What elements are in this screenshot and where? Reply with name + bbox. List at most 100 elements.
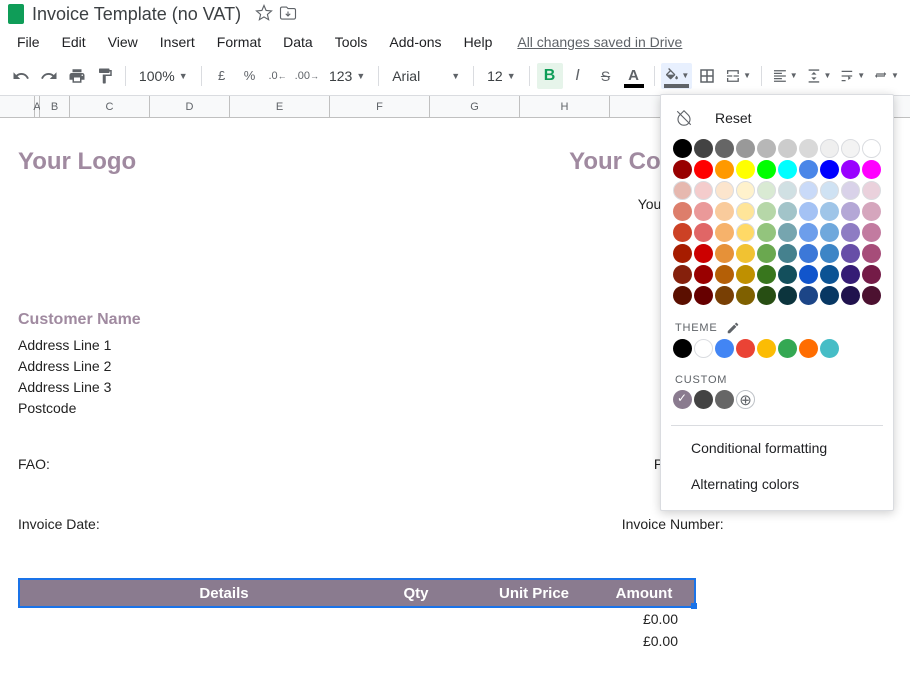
color-swatch[interactable] <box>799 244 818 263</box>
color-swatch[interactable] <box>694 244 713 263</box>
color-swatch[interactable] <box>757 181 776 200</box>
color-swatch[interactable] <box>757 160 776 179</box>
italic-button[interactable]: I <box>565 63 591 89</box>
borders-button[interactable] <box>694 63 720 89</box>
color-swatch[interactable] <box>757 244 776 263</box>
color-swatch[interactable] <box>841 286 860 305</box>
color-swatch[interactable] <box>778 181 797 200</box>
add-custom-color-button[interactable]: ⊕ <box>736 390 755 409</box>
color-swatch[interactable] <box>736 181 755 200</box>
theme-color-swatch[interactable] <box>778 339 797 358</box>
color-swatch[interactable] <box>673 139 692 158</box>
vertical-align-button[interactable]: ▼ <box>803 63 835 89</box>
color-swatch[interactable] <box>820 223 839 242</box>
color-swatch[interactable] <box>862 223 881 242</box>
text-rotation-button[interactable]: ▼ <box>870 63 902 89</box>
text-wrap-button[interactable]: ▼ <box>836 63 868 89</box>
color-swatch[interactable] <box>799 139 818 158</box>
color-swatch[interactable] <box>715 160 734 179</box>
color-swatch[interactable] <box>673 286 692 305</box>
color-swatch[interactable] <box>862 139 881 158</box>
text-color-button[interactable]: A <box>621 63 647 89</box>
color-swatch[interactable] <box>820 202 839 221</box>
move-folder-icon[interactable] <box>279 4 297 25</box>
column-header-c[interactable]: C <box>70 96 150 117</box>
theme-color-swatch[interactable] <box>715 339 734 358</box>
selection-handle[interactable] <box>691 603 697 609</box>
invoice-number-label[interactable]: Invoice Number: <box>622 516 724 532</box>
color-swatch[interactable] <box>778 160 797 179</box>
merge-cells-button[interactable]: ▼ <box>722 63 754 89</box>
strikethrough-button[interactable]: S <box>593 63 619 89</box>
color-swatch[interactable] <box>694 181 713 200</box>
color-swatch[interactable] <box>862 286 881 305</box>
bold-button[interactable]: B <box>537 63 563 89</box>
color-swatch[interactable] <box>673 181 692 200</box>
theme-color-swatch[interactable] <box>673 339 692 358</box>
color-swatch[interactable] <box>799 160 818 179</box>
color-swatch[interactable] <box>820 139 839 158</box>
fao-label[interactable]: FAO: <box>18 456 50 472</box>
color-swatch[interactable] <box>736 202 755 221</box>
color-swatch[interactable] <box>715 181 734 200</box>
edit-theme-icon[interactable] <box>726 321 740 335</box>
color-swatch[interactable] <box>757 286 776 305</box>
color-swatch[interactable] <box>841 265 860 284</box>
save-status[interactable]: All changes saved in Drive <box>517 34 682 50</box>
theme-color-swatch[interactable] <box>736 339 755 358</box>
menu-insert[interactable]: Insert <box>151 30 204 54</box>
color-swatch[interactable] <box>736 223 755 242</box>
color-swatch[interactable] <box>673 223 692 242</box>
color-swatch[interactable] <box>736 139 755 158</box>
color-swatch[interactable] <box>799 265 818 284</box>
amount-cell-1[interactable]: £0.00 <box>18 608 696 630</box>
theme-color-swatch[interactable] <box>694 339 713 358</box>
color-swatch[interactable] <box>841 223 860 242</box>
color-swatch[interactable] <box>778 244 797 263</box>
color-swatch[interactable] <box>862 244 881 263</box>
document-title[interactable]: Invoice Template (no VAT) <box>32 4 241 25</box>
paint-format-button[interactable] <box>92 63 118 89</box>
decrease-decimal-button[interactable]: .0← <box>265 63 291 89</box>
color-swatch[interactable] <box>736 286 755 305</box>
color-swatch[interactable] <box>694 160 713 179</box>
color-swatch[interactable] <box>673 160 692 179</box>
invoice-date-label[interactable]: Invoice Date: <box>18 516 100 532</box>
color-swatch[interactable] <box>841 244 860 263</box>
theme-color-swatch[interactable] <box>757 339 776 358</box>
fill-color-button[interactable]: ▼ <box>661 63 692 89</box>
color-swatch[interactable] <box>694 223 713 242</box>
color-swatch[interactable] <box>694 265 713 284</box>
column-header-e[interactable]: E <box>230 96 330 117</box>
percent-format-button[interactable]: % <box>237 63 263 89</box>
menu-help[interactable]: Help <box>455 30 502 54</box>
custom-color-swatch[interactable] <box>694 390 713 409</box>
color-swatch[interactable] <box>778 286 797 305</box>
select-all-corner[interactable] <box>0 96 35 117</box>
color-swatch[interactable] <box>694 139 713 158</box>
color-swatch[interactable] <box>736 160 755 179</box>
custom-color-swatch[interactable] <box>715 390 734 409</box>
color-swatch[interactable] <box>820 181 839 200</box>
color-swatch[interactable] <box>757 265 776 284</box>
color-swatch[interactable] <box>862 202 881 221</box>
color-swatch[interactable] <box>694 202 713 221</box>
column-header-b[interactable]: B <box>40 96 70 117</box>
color-swatch[interactable] <box>841 202 860 221</box>
column-header-h[interactable]: H <box>520 96 610 117</box>
color-swatch[interactable] <box>862 160 881 179</box>
redo-button[interactable] <box>36 63 62 89</box>
color-swatch[interactable] <box>715 202 734 221</box>
theme-color-swatch[interactable] <box>799 339 818 358</box>
color-swatch[interactable] <box>799 223 818 242</box>
color-swatch[interactable] <box>673 244 692 263</box>
color-swatch[interactable] <box>757 139 776 158</box>
color-swatch[interactable] <box>778 223 797 242</box>
amount-cell-2[interactable]: £0.00 <box>18 630 696 652</box>
color-swatch[interactable] <box>820 286 839 305</box>
color-swatch[interactable] <box>715 139 734 158</box>
color-swatch[interactable] <box>799 202 818 221</box>
color-swatch[interactable] <box>757 223 776 242</box>
sheets-app-icon[interactable] <box>8 4 24 24</box>
undo-button[interactable] <box>8 63 34 89</box>
